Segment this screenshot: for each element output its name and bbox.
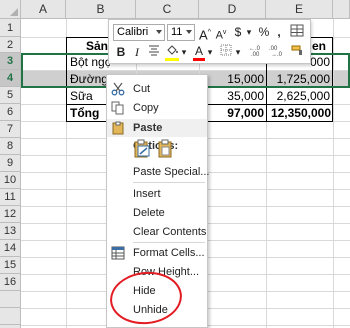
row-header-17[interactable]	[0, 291, 21, 308]
currency-dropdown[interactable]: ▾	[245, 24, 253, 41]
bold-button[interactable]: B	[115, 44, 127, 61]
column-header-e[interactable]: E	[266, 0, 333, 19]
cell-e5[interactable]: 1,725,000	[268, 70, 330, 88]
shrink-font-label: A	[215, 29, 223, 42]
fill-color-button[interactable]	[165, 44, 179, 61]
row-header-2[interactable]: 2	[0, 37, 21, 53]
paste-values-button[interactable]	[157, 139, 175, 159]
paste-clipboard-icon	[158, 139, 172, 158]
column-header-a[interactable]: A	[21, 0, 66, 19]
cell-d6[interactable]: 35,000	[208, 87, 264, 105]
font-size-value: 11	[171, 26, 183, 38]
svg-text:.00: .00	[251, 52, 260, 56]
menu-item-clear-contents-label: Clear Contents	[133, 226, 207, 238]
decrease-decimal-icon: .00→.0	[269, 46, 283, 58]
cell-b7[interactable]: Tổng	[70, 104, 110, 122]
row-header-6[interactable]: 6	[0, 104, 21, 121]
menu-separator	[133, 242, 205, 243]
chevron-down-icon	[186, 30, 192, 34]
menu-item-delete-label: Delete	[133, 207, 165, 219]
menu-item-format-cells[interactable]: Format Cells...	[107, 244, 207, 262]
menu-item-cut-label: Cut	[133, 83, 151, 95]
borders-button[interactable]	[219, 44, 233, 61]
paintbrush-icon	[291, 45, 302, 55]
column-header-c[interactable]: C	[136, 0, 199, 19]
menu-item-insert[interactable]: Insert	[107, 185, 207, 203]
row-header-4[interactable]: 4	[0, 70, 21, 87]
row-header-3[interactable]: 3	[0, 53, 21, 70]
row-header-1[interactable]: 1	[0, 19, 21, 37]
fill-color-dropdown[interactable]: ▾	[180, 44, 188, 61]
svg-text:→.0: →.0	[271, 52, 283, 56]
grow-font-label: A	[199, 27, 208, 43]
font-size-dropdown[interactable]: 11	[167, 24, 195, 41]
format-cells-icon	[111, 246, 125, 260]
font-color-button[interactable]: A	[193, 44, 205, 61]
menu-item-insert-label: Insert	[133, 188, 161, 200]
currency-button[interactable]: $	[231, 24, 245, 41]
menu-item-paste-special[interactable]: Paste Special...	[107, 163, 210, 181]
borders-dropdown[interactable]: ▾	[234, 44, 242, 61]
increase-decimal-icon: ←.0.00	[249, 46, 261, 58]
borders-icon	[220, 44, 232, 56]
menu-item-copy-label: Copy	[133, 102, 159, 114]
row-header-7[interactable]: 7	[0, 121, 21, 138]
cell-d5[interactable]: 15,000	[208, 70, 264, 88]
cell-b3[interactable]: Bột ngọt	[70, 53, 110, 71]
shrink-font-button[interactable]: Av	[215, 24, 227, 42]
row-header-12[interactable]: 12	[0, 206, 21, 223]
format-painter-button[interactable]	[290, 44, 306, 61]
comma-button[interactable]: ,	[274, 24, 284, 41]
cell-b5[interactable]: Đường	[70, 70, 110, 88]
row-header-18[interactable]	[0, 308, 21, 325]
cell-e6[interactable]: 2,625,000	[268, 87, 330, 105]
menu-item-paste-special-label: Paste Special...	[133, 166, 210, 178]
menu-item-clear-contents[interactable]: Clear Contents	[107, 223, 207, 241]
percent-button[interactable]: %	[257, 24, 271, 41]
clipboard-icon	[112, 121, 124, 135]
chevron-down-icon	[156, 30, 162, 34]
cell-e7[interactable]: 12,350,000	[268, 104, 331, 122]
column-header-f[interactable]	[333, 0, 350, 19]
menu-item-cut[interactable]: Cut	[107, 80, 207, 98]
mini-toolbar: Calibri 11 A^ Av $ ▾ % , B I ▾ A ▾ ▾ ←.0…	[108, 19, 311, 64]
scissors-icon	[111, 82, 125, 96]
row-header-8[interactable]: 8	[0, 138, 21, 155]
paste-formulas-button[interactable]	[133, 139, 151, 159]
menu-separator	[133, 182, 205, 183]
menu-item-delete[interactable]: Delete	[107, 204, 207, 222]
font-name-value: Calibri	[117, 26, 149, 38]
font-color-dropdown[interactable]: ▾	[206, 44, 214, 61]
row-header-11[interactable]: 11	[0, 189, 21, 206]
align-center-button[interactable]	[147, 44, 161, 61]
row-header-14[interactable]: 14	[0, 240, 21, 257]
row-header-15[interactable]: 15	[0, 257, 21, 274]
row-header-10[interactable]: 10	[0, 172, 21, 189]
menu-item-copy[interactable]: Copy	[107, 99, 207, 117]
table-grid-icon	[290, 24, 304, 37]
increase-decimal-button[interactable]: ←.0.00	[249, 44, 267, 61]
row-header-9[interactable]: 9	[0, 155, 21, 172]
copy-icon	[111, 101, 124, 115]
paint-bucket-icon	[167, 45, 178, 55]
grow-font-button[interactable]: A^	[199, 24, 211, 43]
italic-button[interactable]: I	[131, 44, 143, 61]
row-header-13[interactable]: 13	[0, 223, 21, 240]
cell-b6[interactable]: Sữa	[70, 87, 110, 105]
font-name-dropdown[interactable]: Calibri	[113, 24, 165, 41]
paste-clipboard-brush-icon	[134, 139, 150, 158]
menu-item-format-cells-label: Format Cells...	[133, 247, 205, 259]
row-header-16[interactable]: 16	[0, 274, 21, 291]
decrease-decimal-button[interactable]: .00 →.0	[269, 44, 287, 61]
select-all-corner[interactable]	[0, 0, 21, 19]
row-header-5[interactable]: 5	[0, 87, 21, 104]
format-table-button[interactable]	[289, 24, 305, 41]
align-center-icon	[149, 45, 159, 56]
cell-d7[interactable]: 97,000	[208, 104, 264, 122]
column-header-d[interactable]: D	[199, 0, 266, 19]
column-header-b[interactable]: B	[66, 0, 136, 19]
